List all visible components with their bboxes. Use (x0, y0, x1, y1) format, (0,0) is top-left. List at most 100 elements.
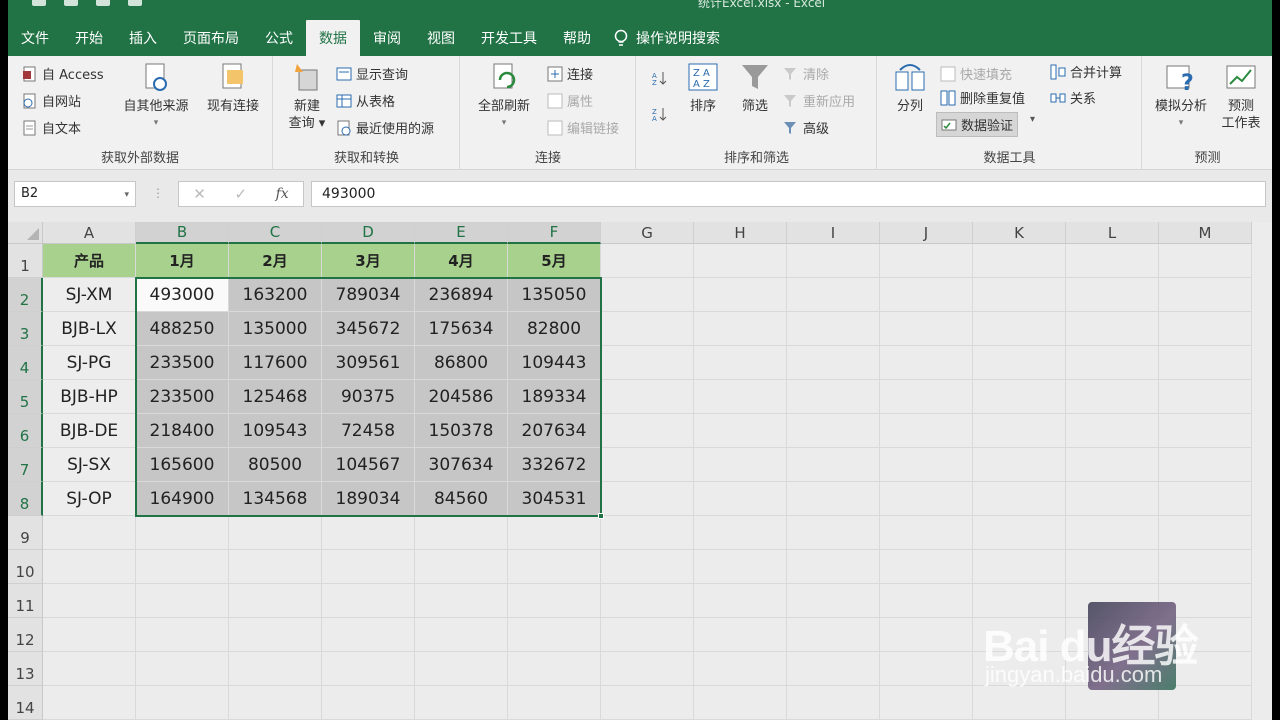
cell[interactable] (880, 278, 973, 312)
tab-8[interactable]: 开发工具 (468, 20, 550, 56)
cell[interactable] (508, 652, 601, 686)
data-cell[interactable]: 488250 (136, 312, 229, 346)
data-cell[interactable]: 84560 (415, 482, 508, 516)
connections-button[interactable]: 连接 (547, 64, 593, 83)
cell[interactable] (694, 584, 787, 618)
cell[interactable] (973, 414, 1066, 448)
cell[interactable] (973, 584, 1066, 618)
tab-6[interactable]: 审阅 (360, 20, 414, 56)
cell[interactable] (694, 482, 787, 516)
tab-7[interactable]: 视图 (414, 20, 468, 56)
data-cell[interactable]: 109443 (508, 346, 601, 380)
column-header-I[interactable]: I (787, 222, 880, 244)
cell[interactable] (43, 652, 136, 686)
relationships-button[interactable]: 关系 (1050, 88, 1096, 107)
print-preview-icon[interactable] (128, 0, 142, 6)
cell[interactable] (1159, 278, 1252, 312)
cell[interactable] (1066, 278, 1159, 312)
cell[interactable] (787, 414, 880, 448)
column-header-J[interactable]: J (880, 222, 973, 244)
row-header-5[interactable]: 5 (8, 380, 43, 414)
sort-ascending-button[interactable]: AZ (651, 70, 667, 86)
cell[interactable] (415, 686, 508, 720)
fill-handle[interactable] (598, 513, 604, 519)
tab-1[interactable]: 开始 (62, 20, 116, 56)
cell[interactable] (1159, 312, 1252, 346)
cell[interactable] (973, 550, 1066, 584)
data-cell[interactable]: 109543 (229, 414, 322, 448)
data-cell[interactable]: 150378 (415, 414, 508, 448)
cell[interactable] (601, 244, 694, 278)
product-cell[interactable]: BJB-DE (43, 414, 136, 448)
product-cell[interactable]: SJ-PG (43, 346, 136, 380)
cell[interactable] (880, 244, 973, 278)
product-cell[interactable]: SJ-XM (43, 278, 136, 312)
cell[interactable] (1066, 516, 1159, 550)
cell[interactable] (601, 516, 694, 550)
cell[interactable] (322, 686, 415, 720)
cell[interactable] (415, 618, 508, 652)
row-header-1[interactable]: 1 (8, 244, 43, 278)
cell[interactable] (601, 686, 694, 720)
cell[interactable] (601, 482, 694, 516)
row-header-14[interactable]: 14 (8, 686, 43, 720)
sort-button[interactable]: Z AA Z 排序 (683, 62, 723, 115)
tab-0[interactable]: 文件 (8, 20, 62, 56)
column-header-G[interactable]: G (601, 222, 694, 244)
data-cell[interactable]: 307634 (415, 448, 508, 482)
cell[interactable] (136, 652, 229, 686)
cell[interactable] (880, 550, 973, 584)
cell[interactable] (880, 686, 973, 720)
cell[interactable] (880, 482, 973, 516)
cell[interactable] (880, 618, 973, 652)
cell[interactable] (694, 312, 787, 346)
cell[interactable] (1066, 550, 1159, 584)
cell[interactable] (973, 652, 1066, 686)
data-validation-dropdown[interactable]: ▾ (1030, 114, 1035, 125)
cell[interactable] (508, 516, 601, 550)
cell[interactable] (601, 618, 694, 652)
undo-icon[interactable] (64, 0, 78, 6)
column-header-C[interactable]: C (229, 222, 322, 244)
cell[interactable] (601, 584, 694, 618)
data-cell[interactable]: 789034 (322, 278, 415, 312)
cell[interactable] (973, 346, 1066, 380)
cell[interactable] (694, 618, 787, 652)
product-cell[interactable]: SJ-OP (43, 482, 136, 516)
column-header-E[interactable]: E (415, 222, 508, 244)
data-cell[interactable]: 90375 (322, 380, 415, 414)
cell[interactable] (1066, 244, 1159, 278)
properties-button[interactable]: 属性 (547, 91, 593, 110)
data-cell[interactable]: 125468 (229, 380, 322, 414)
row-header-9[interactable]: 9 (8, 516, 43, 550)
data-cell[interactable]: 233500 (136, 346, 229, 380)
cell[interactable] (973, 312, 1066, 346)
row-header-4[interactable]: 4 (8, 346, 43, 380)
row-header-12[interactable]: 12 (8, 618, 43, 652)
column-header-B[interactable]: B (136, 222, 229, 244)
cell[interactable] (136, 618, 229, 652)
tell-me-search[interactable]: 操作说明搜索 (604, 20, 720, 56)
select-all-button[interactable] (8, 222, 43, 244)
data-cell[interactable]: 163200 (229, 278, 322, 312)
cell[interactable] (136, 584, 229, 618)
cell[interactable] (1066, 448, 1159, 482)
cell[interactable] (787, 584, 880, 618)
cell[interactable] (787, 516, 880, 550)
cell[interactable] (508, 584, 601, 618)
data-cell[interactable]: 117600 (229, 346, 322, 380)
cell[interactable] (415, 550, 508, 584)
cell[interactable] (880, 312, 973, 346)
data-cell[interactable]: 189034 (322, 482, 415, 516)
header-cell[interactable]: 3月 (322, 244, 415, 278)
cell[interactable] (880, 414, 973, 448)
row-header-7[interactable]: 7 (8, 448, 43, 482)
sort-descending-button[interactable]: ZA (651, 106, 667, 122)
cell[interactable] (880, 346, 973, 380)
cell[interactable] (43, 516, 136, 550)
data-cell[interactable]: 134568 (229, 482, 322, 516)
from-access-button[interactable]: 自 Access (22, 64, 104, 83)
product-cell[interactable]: BJB-LX (43, 312, 136, 346)
cell[interactable] (1159, 550, 1252, 584)
header-cell[interactable]: 4月 (415, 244, 508, 278)
